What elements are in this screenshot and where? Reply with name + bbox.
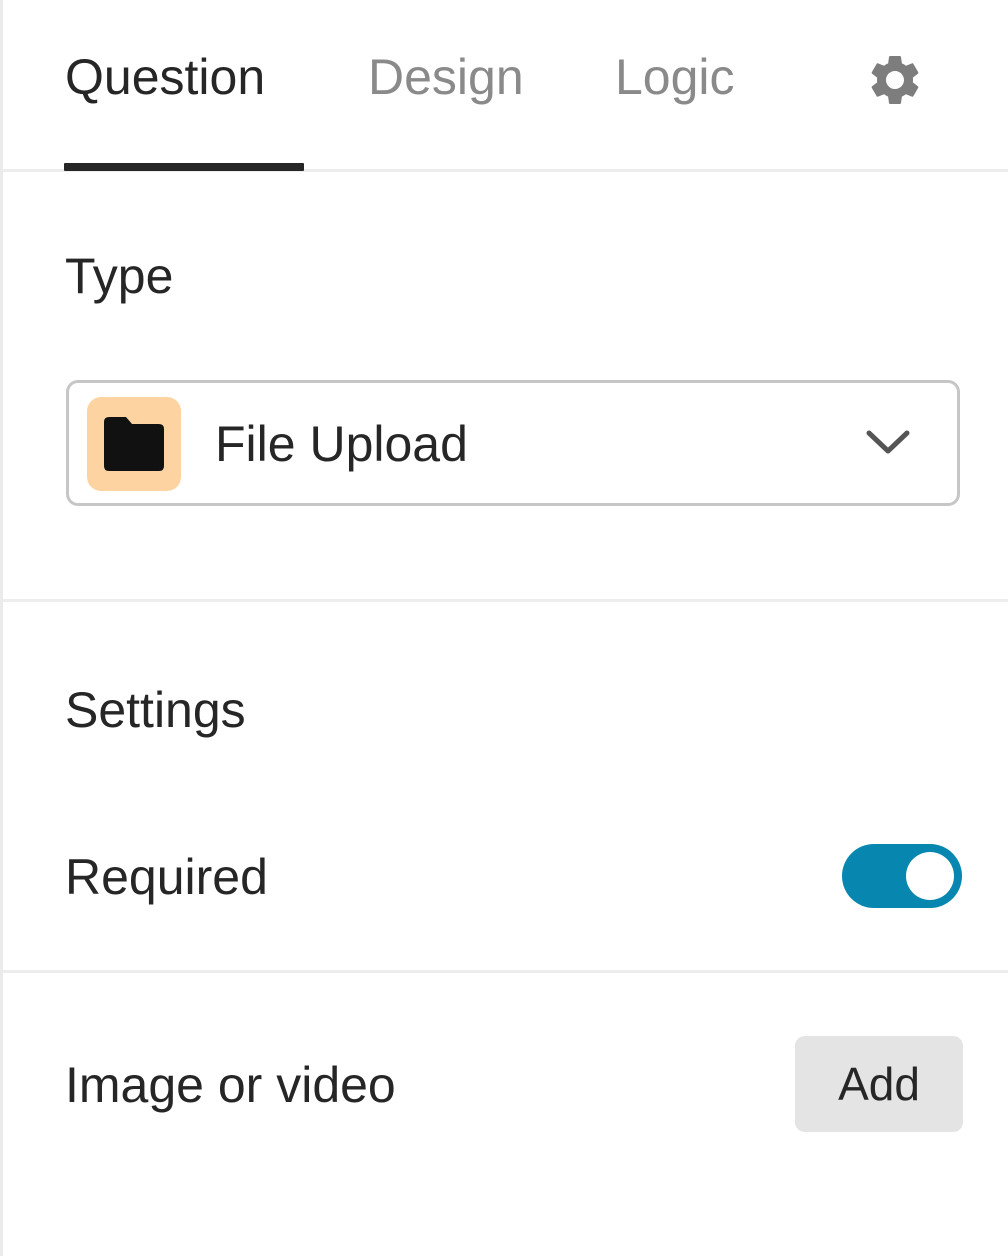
add-media-button[interactable]: Add bbox=[795, 1036, 963, 1132]
settings-section-title: Settings bbox=[65, 682, 246, 738]
required-toggle[interactable] bbox=[842, 844, 962, 908]
panel-tabs: Question Design Logic bbox=[3, 0, 1008, 172]
section-divider bbox=[3, 599, 1008, 602]
type-section-title: Type bbox=[65, 248, 174, 304]
chevron-down-icon bbox=[865, 427, 911, 457]
question-type-select[interactable]: File Upload bbox=[66, 380, 960, 506]
question-type-value: File Upload bbox=[215, 416, 468, 472]
active-tab-indicator bbox=[64, 163, 304, 171]
question-settings-panel: Question Design Logic Type File Upload S… bbox=[0, 0, 1008, 1256]
section-divider bbox=[3, 970, 1008, 973]
tab-question[interactable]: Question bbox=[65, 44, 265, 110]
gear-icon[interactable] bbox=[865, 50, 925, 110]
tab-design[interactable]: Design bbox=[368, 44, 524, 110]
tab-logic[interactable]: Logic bbox=[615, 44, 735, 110]
required-label: Required bbox=[65, 849, 268, 905]
toggle-knob bbox=[906, 852, 954, 900]
image-or-video-label: Image or video bbox=[65, 1057, 396, 1113]
folder-icon bbox=[87, 397, 181, 491]
